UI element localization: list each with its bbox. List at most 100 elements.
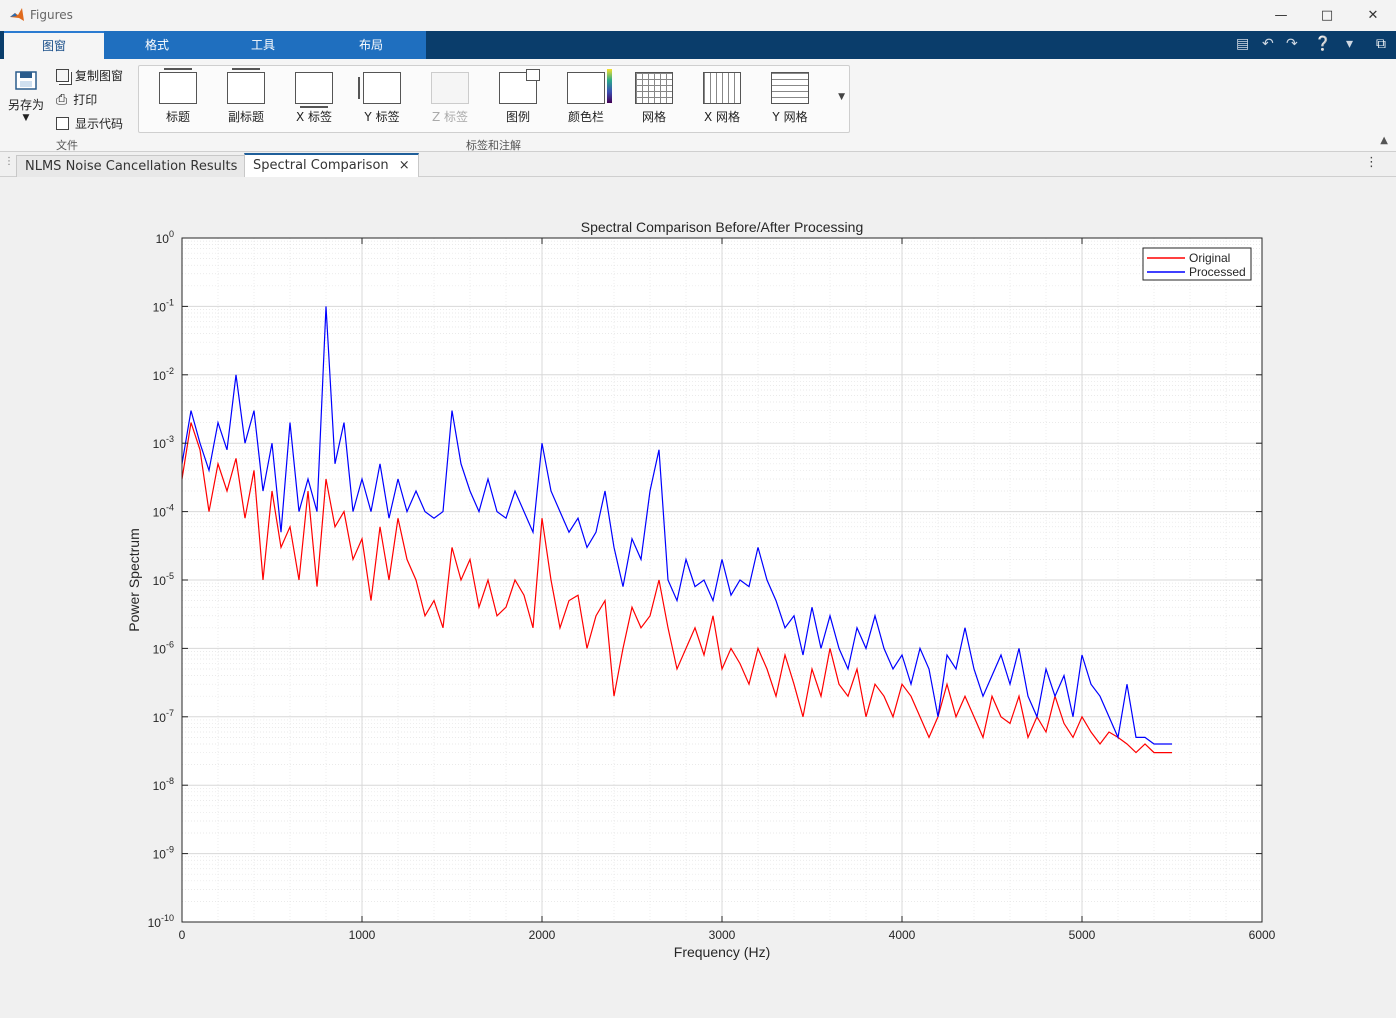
ylabel-icon xyxy=(358,72,401,104)
y-tick-label: 10-6 xyxy=(153,639,174,656)
labels-annotations-group: 标题 副标题 X 标签 Y 标签 Z 标签 图例 颜色栏 网格 X 网格 Y 网… xyxy=(138,65,850,133)
dock-icon[interactable]: ⧉ xyxy=(1376,36,1386,52)
save-as-icon xyxy=(15,71,37,90)
ribbon-panel: 另存为 ▼ 复制图窗 ⎙ 打印 显示代码 文件 标题 副标题 X 标签 Y 标签… xyxy=(0,59,1396,152)
redo-icon[interactable]: ↷ xyxy=(1286,36,1298,52)
y-tick-label: 10-7 xyxy=(153,708,174,725)
legend-icon xyxy=(499,69,540,104)
minimize-icon: — xyxy=(1274,8,1288,23)
legend-entry: Processed xyxy=(1189,265,1246,279)
save-as-label: 另存为 xyxy=(7,98,44,112)
doc-tab-label: Spectral Comparison xyxy=(253,158,389,173)
close-tab-icon[interactable]: × xyxy=(399,158,410,173)
close-button[interactable]: ✕ xyxy=(1350,0,1396,31)
doc-tab-label: NLMS Noise Cancellation Results xyxy=(25,159,238,174)
window-title: Figures xyxy=(30,8,73,22)
xgrid-icon xyxy=(703,72,741,104)
copy-figure-label: 复制图窗 xyxy=(75,69,124,83)
xgrid-button-label: X 网格 xyxy=(703,110,741,124)
labels-group-label: 标签和注解 xyxy=(466,139,521,152)
x-tick-label: 5000 xyxy=(1069,928,1096,942)
zlabel-button-label: Z 标签 xyxy=(431,110,469,124)
colorbar-button[interactable]: 颜色栏 xyxy=(555,69,617,125)
xlabel-button-label: X 标签 xyxy=(295,110,333,124)
y-tick-label: 10-10 xyxy=(148,913,174,930)
zlabel-icon xyxy=(431,72,469,104)
x-axis-label: Frequency (Hz) xyxy=(674,944,770,960)
colorbar-icon xyxy=(567,69,612,104)
doc-tab-nlms[interactable]: NLMS Noise Cancellation Results × xyxy=(16,155,268,177)
y-tick-label: 10-4 xyxy=(153,503,174,520)
ygrid-button[interactable]: Y 网格 xyxy=(759,72,821,125)
doc-tab-spectral[interactable]: Spectral Comparison × xyxy=(244,153,419,178)
xgrid-button[interactable]: X 网格 xyxy=(691,72,753,125)
xlabel-icon xyxy=(295,72,333,108)
y-axis-label: Power Spectrum xyxy=(126,528,142,631)
tab-figure[interactable]: 图窗 xyxy=(4,31,104,59)
figure-canvas-area: 0 1000 2000 3000 4000 5000 6000 10-10 10-9 10-8 10… xyxy=(0,177,1396,1015)
x-tick-label: 1000 xyxy=(349,928,376,942)
grid-button[interactable]: 网格 xyxy=(623,72,685,125)
gallery-expand-icon[interactable]: ▼ xyxy=(838,92,845,102)
file-group: 另存为 ▼ 复制图窗 ⎙ 打印 显示代码 文件 xyxy=(0,59,136,152)
document-tab-strip: ⋮ NLMS Noise Cancellation Results × Spec… xyxy=(0,152,1396,178)
show-code-checkbox[interactable]: 显示代码 xyxy=(56,115,123,132)
undo-icon[interactable]: ↶ xyxy=(1262,36,1274,52)
tab-options-icon[interactable]: ⋮ xyxy=(1365,155,1378,170)
legend-button[interactable]: 图例 xyxy=(487,69,549,125)
title-bar: Figures — □ ✕ xyxy=(0,0,1396,32)
x-tick-label: 2000 xyxy=(529,928,556,942)
ygrid-button-label: Y 网格 xyxy=(772,110,808,124)
title-icon xyxy=(159,68,197,104)
grid-button-label: 网格 xyxy=(641,110,666,124)
x-tick-label: 6000 xyxy=(1249,928,1276,942)
tab-tools[interactable]: 工具 xyxy=(210,31,316,59)
y-tick-label: 10-9 xyxy=(153,845,174,862)
y-tick-label: 10-5 xyxy=(153,571,174,588)
tab-format[interactable]: 格式 xyxy=(104,31,210,59)
y-tick-label: 10-8 xyxy=(153,776,174,793)
grid-icon xyxy=(635,72,673,104)
help-icon[interactable]: ❔ xyxy=(1314,36,1331,52)
ylabel-button-label: Y 标签 xyxy=(364,110,400,124)
colorbar-button-label: 颜色栏 xyxy=(567,110,604,124)
matlab-logo-icon xyxy=(10,8,24,21)
file-group-label: 文件 xyxy=(56,139,78,152)
copy-figure-button[interactable]: 复制图窗 xyxy=(56,67,123,84)
spectral-chart[interactable]: 0 1000 2000 3000 4000 5000 6000 10-10 10-9 10-8 10… xyxy=(0,177,1396,1015)
save-as-dropdown-icon[interactable]: ▼ xyxy=(6,113,46,123)
save-quick-icon[interactable]: ▤ xyxy=(1236,36,1249,52)
print-label: 打印 xyxy=(73,93,98,107)
dropdown-icon[interactable]: ▾ xyxy=(1346,36,1353,52)
subtitle-button-label: 副标题 xyxy=(227,110,264,124)
ribbon-tab-strip: 图窗 格式 工具 布局 ▤ ↶ ↷ ❔ ▾ ⧉ xyxy=(0,31,1396,59)
title-button[interactable]: 标题 xyxy=(147,68,209,125)
checkbox-icon xyxy=(56,117,69,130)
maximize-icon: □ xyxy=(1320,8,1334,23)
x-tick-label: 4000 xyxy=(889,928,916,942)
minimize-button[interactable]: — xyxy=(1258,0,1304,31)
maximize-button[interactable]: □ xyxy=(1304,0,1350,31)
y-tick-label: 10-3 xyxy=(153,434,174,451)
subtitle-icon xyxy=(227,68,265,104)
tab-menu-grip-icon[interactable]: ⋮ xyxy=(4,156,14,167)
show-code-label: 显示代码 xyxy=(75,117,124,131)
ygrid-icon xyxy=(771,72,809,104)
close-icon: ✕ xyxy=(1367,8,1379,23)
ylabel-button[interactable]: Y 标签 xyxy=(351,72,413,125)
x-tick-label: 3000 xyxy=(709,928,736,942)
tab-layout[interactable]: 布局 xyxy=(316,31,426,59)
y-tick-label: 100 xyxy=(156,229,174,246)
subtitle-button[interactable]: 副标题 xyxy=(215,68,277,125)
x-tick-label: 0 xyxy=(179,928,186,942)
chart-title: Spectral Comparison Before/After Process… xyxy=(581,219,863,235)
legend-button-label: 图例 xyxy=(505,110,530,124)
save-as-button[interactable]: 另存为 ▼ xyxy=(6,67,46,123)
legend-entry: Original xyxy=(1189,251,1230,265)
zlabel-button: Z 标签 xyxy=(419,72,481,125)
copy-icon xyxy=(56,69,69,82)
collapse-ribbon-icon[interactable]: ▲ xyxy=(1380,135,1388,146)
print-button[interactable]: ⎙ 打印 xyxy=(56,91,97,108)
xlabel-button[interactable]: X 标签 xyxy=(283,72,345,125)
y-tick-label: 10-1 xyxy=(153,297,174,314)
